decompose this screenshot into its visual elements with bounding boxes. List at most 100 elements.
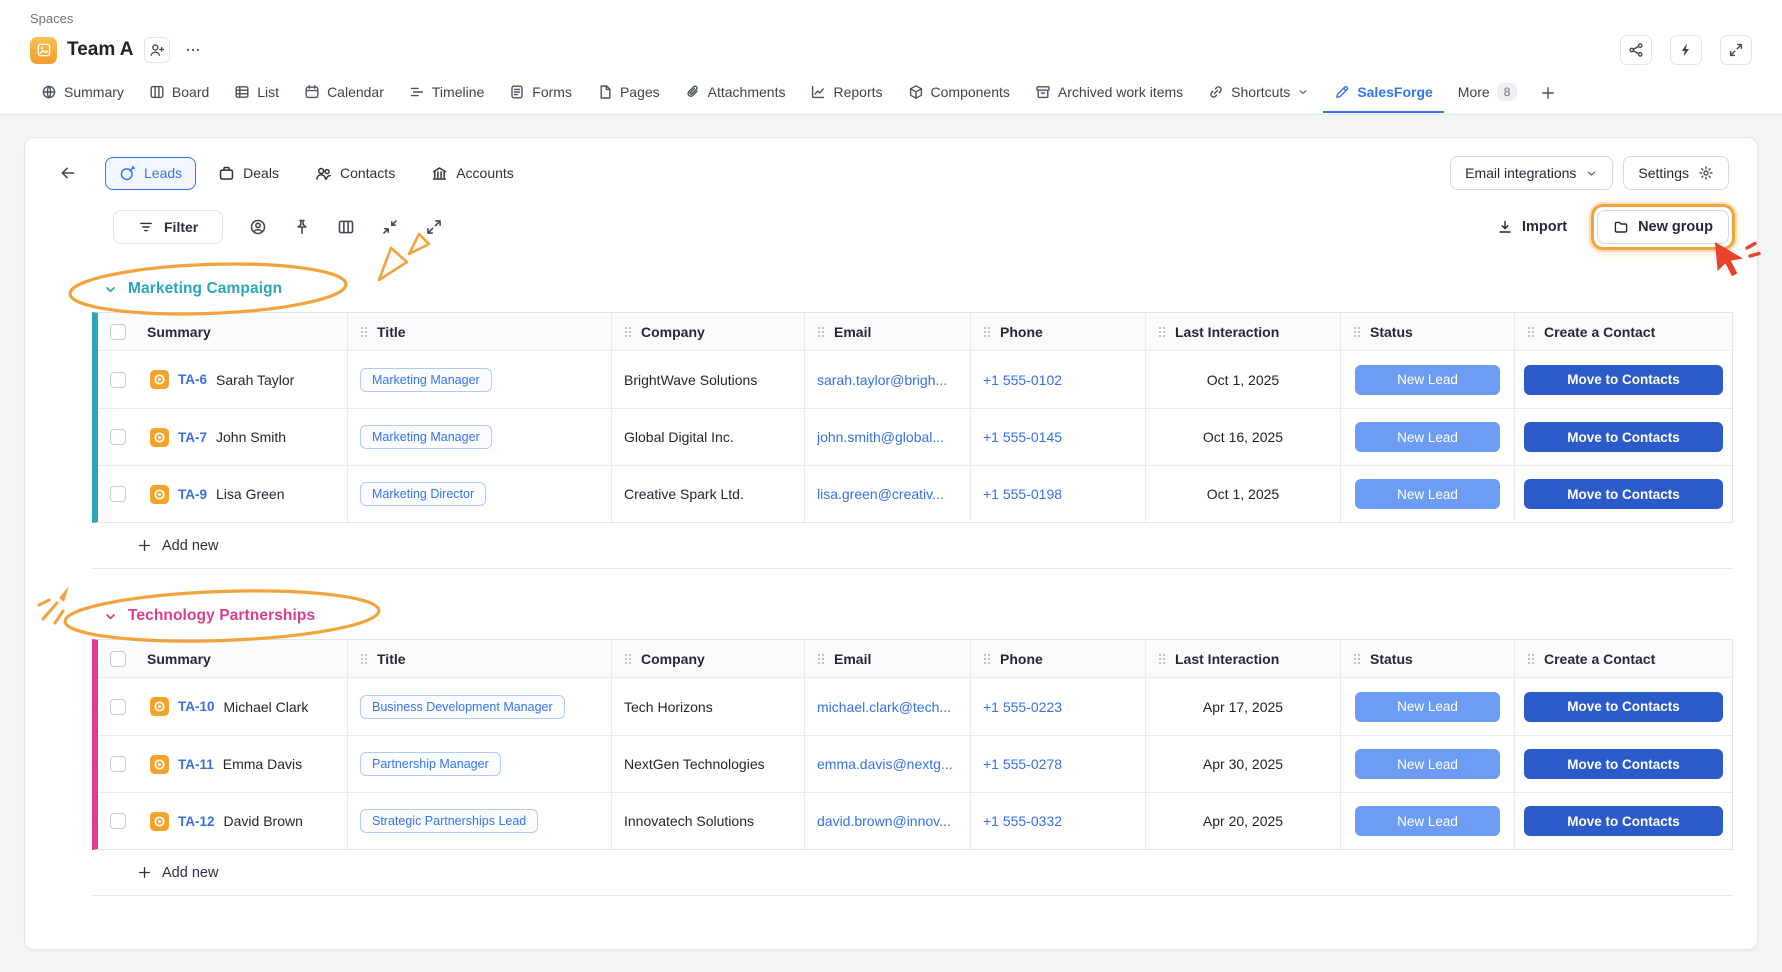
row-checkbox[interactable]: [110, 486, 126, 502]
row-checkbox[interactable]: [110, 756, 126, 772]
status-button[interactable]: New Lead: [1355, 749, 1500, 779]
row-name[interactable]: Emma Davis: [223, 756, 302, 772]
email-integrations-button[interactable]: Email integrations: [1450, 156, 1613, 190]
breadcrumb[interactable]: Spaces: [30, 11, 73, 26]
group-collapse-toggle[interactable]: Technology Partnerships: [103, 607, 315, 625]
row-id[interactable]: TA-6: [178, 372, 207, 387]
email-link[interactable]: emma.davis@nextg...: [817, 756, 953, 772]
title-badge[interactable]: Strategic Partnerships Lead: [360, 809, 538, 833]
company-value[interactable]: Tech Horizons: [624, 699, 713, 715]
tab-shortcuts[interactable]: Shortcuts: [1197, 74, 1320, 113]
company-value[interactable]: Creative Spark Ltd.: [624, 486, 744, 502]
summary-cell[interactable]: TA-6 Sarah Taylor: [138, 351, 348, 408]
tab-reports[interactable]: Reports: [799, 74, 893, 113]
email-link[interactable]: john.smith@global...: [817, 429, 944, 445]
back-button[interactable]: [59, 164, 77, 182]
tab-board[interactable]: Board: [138, 74, 220, 113]
column-header-email[interactable]: Email: [805, 640, 971, 677]
company-value[interactable]: NextGen Technologies: [624, 756, 765, 772]
phone-link[interactable]: +1 555-0198: [983, 486, 1062, 502]
column-header-create-a-contact[interactable]: Create a Contact: [1515, 313, 1732, 350]
move-to-contacts-button[interactable]: Move to Contacts: [1524, 749, 1723, 779]
filter-button[interactable]: Filter: [113, 210, 223, 244]
company-value[interactable]: Innovatech Solutions: [624, 813, 754, 829]
phone-link[interactable]: +1 555-0332: [983, 813, 1062, 829]
column-header-last-interaction[interactable]: Last Interaction: [1146, 313, 1341, 350]
title-badge[interactable]: Marketing Manager: [360, 425, 492, 449]
team-more-button[interactable]: [180, 37, 206, 63]
summary-cell[interactable]: TA-9 Lisa Green: [138, 466, 348, 522]
status-button[interactable]: New Lead: [1355, 422, 1500, 452]
import-button[interactable]: Import: [1497, 219, 1567, 235]
tab-leads[interactable]: Leads: [105, 157, 196, 190]
email-link[interactable]: michael.clark@tech...: [817, 699, 951, 715]
column-header-last-interaction[interactable]: Last Interaction: [1146, 640, 1341, 677]
summary-cell[interactable]: TA-12 David Brown: [138, 793, 348, 849]
tab-components[interactable]: Components: [897, 74, 1021, 113]
email-link[interactable]: lisa.green@creativ...: [817, 486, 944, 502]
row-id[interactable]: TA-12: [178, 814, 215, 829]
email-link[interactable]: sarah.taylor@brigh...: [817, 372, 947, 388]
phone-link[interactable]: +1 555-0102: [983, 372, 1062, 388]
row-name[interactable]: Sarah Taylor: [216, 372, 294, 388]
column-header-email[interactable]: Email: [805, 313, 971, 350]
title-badge[interactable]: Marketing Director: [360, 482, 486, 506]
move-to-contacts-button[interactable]: Move to Contacts: [1524, 479, 1723, 509]
tab-accounts[interactable]: Accounts: [417, 157, 528, 190]
tab-archived-work-items[interactable]: Archived work items: [1024, 74, 1194, 113]
columns-button[interactable]: [337, 218, 355, 236]
title-badge[interactable]: Partnership Manager: [360, 752, 501, 776]
column-header-company[interactable]: Company: [612, 313, 805, 350]
company-value[interactable]: BrightWave Solutions: [624, 372, 757, 388]
column-header-status[interactable]: Status: [1341, 313, 1515, 350]
tab-calendar[interactable]: Calendar: [293, 74, 395, 113]
team-members-button[interactable]: [144, 37, 170, 63]
group-collapse-toggle[interactable]: Marketing Campaign: [103, 280, 282, 298]
row-checkbox[interactable]: [110, 813, 126, 829]
tab-attachments[interactable]: Attachments: [674, 74, 797, 113]
automations-button[interactable]: [1670, 35, 1702, 65]
move-to-contacts-button[interactable]: Move to Contacts: [1524, 692, 1723, 722]
fullscreen-button[interactable]: [1720, 35, 1752, 65]
settings-button[interactable]: Settings: [1623, 156, 1729, 190]
add-new-row[interactable]: Add new: [92, 850, 1733, 896]
phone-link[interactable]: +1 555-0145: [983, 429, 1062, 445]
tab-salesforge[interactable]: SalesForge: [1323, 74, 1443, 113]
row-name[interactable]: David Brown: [224, 813, 303, 829]
row-checkbox[interactable]: [110, 429, 126, 445]
move-to-contacts-button[interactable]: Move to Contacts: [1524, 422, 1723, 452]
column-header-create-a-contact[interactable]: Create a Contact: [1515, 640, 1732, 677]
row-name[interactable]: Michael Clark: [224, 699, 309, 715]
company-value[interactable]: Global Digital Inc.: [624, 429, 734, 445]
add-view-button[interactable]: [1531, 75, 1565, 113]
tab-contacts[interactable]: Contacts: [301, 157, 409, 190]
status-button[interactable]: New Lead: [1355, 365, 1500, 395]
tab-pages[interactable]: Pages: [586, 74, 671, 113]
row-name[interactable]: John Smith: [216, 429, 286, 445]
column-header-status[interactable]: Status: [1341, 640, 1515, 677]
pin-button[interactable]: [293, 218, 311, 236]
expand-all-button[interactable]: [425, 218, 443, 236]
row-id[interactable]: TA-7: [178, 430, 207, 445]
tab-timeline[interactable]: Timeline: [398, 74, 495, 113]
row-id[interactable]: TA-10: [178, 699, 215, 714]
status-button[interactable]: New Lead: [1355, 479, 1500, 509]
summary-cell[interactable]: TA-11 Emma Davis: [138, 736, 348, 792]
new-group-button[interactable]: New group: [1597, 210, 1729, 244]
phone-link[interactable]: +1 555-0223: [983, 699, 1062, 715]
row-name[interactable]: Lisa Green: [216, 486, 284, 502]
email-link[interactable]: david.brown@innov...: [817, 813, 951, 829]
collapse-all-button[interactable]: [381, 218, 399, 236]
tab-list[interactable]: List: [223, 74, 290, 113]
row-checkbox[interactable]: [110, 372, 126, 388]
move-to-contacts-button[interactable]: Move to Contacts: [1524, 365, 1723, 395]
column-header-phone[interactable]: Phone: [971, 640, 1146, 677]
column-header-phone[interactable]: Phone: [971, 313, 1146, 350]
summary-cell[interactable]: TA-7 John Smith: [138, 409, 348, 465]
status-button[interactable]: New Lead: [1355, 692, 1500, 722]
tab-deals[interactable]: Deals: [204, 157, 293, 190]
row-id[interactable]: TA-11: [178, 757, 214, 772]
select-all-checkbox[interactable]: [110, 324, 126, 340]
column-header-title[interactable]: Title: [348, 313, 612, 350]
select-all-checkbox[interactable]: [110, 651, 126, 667]
